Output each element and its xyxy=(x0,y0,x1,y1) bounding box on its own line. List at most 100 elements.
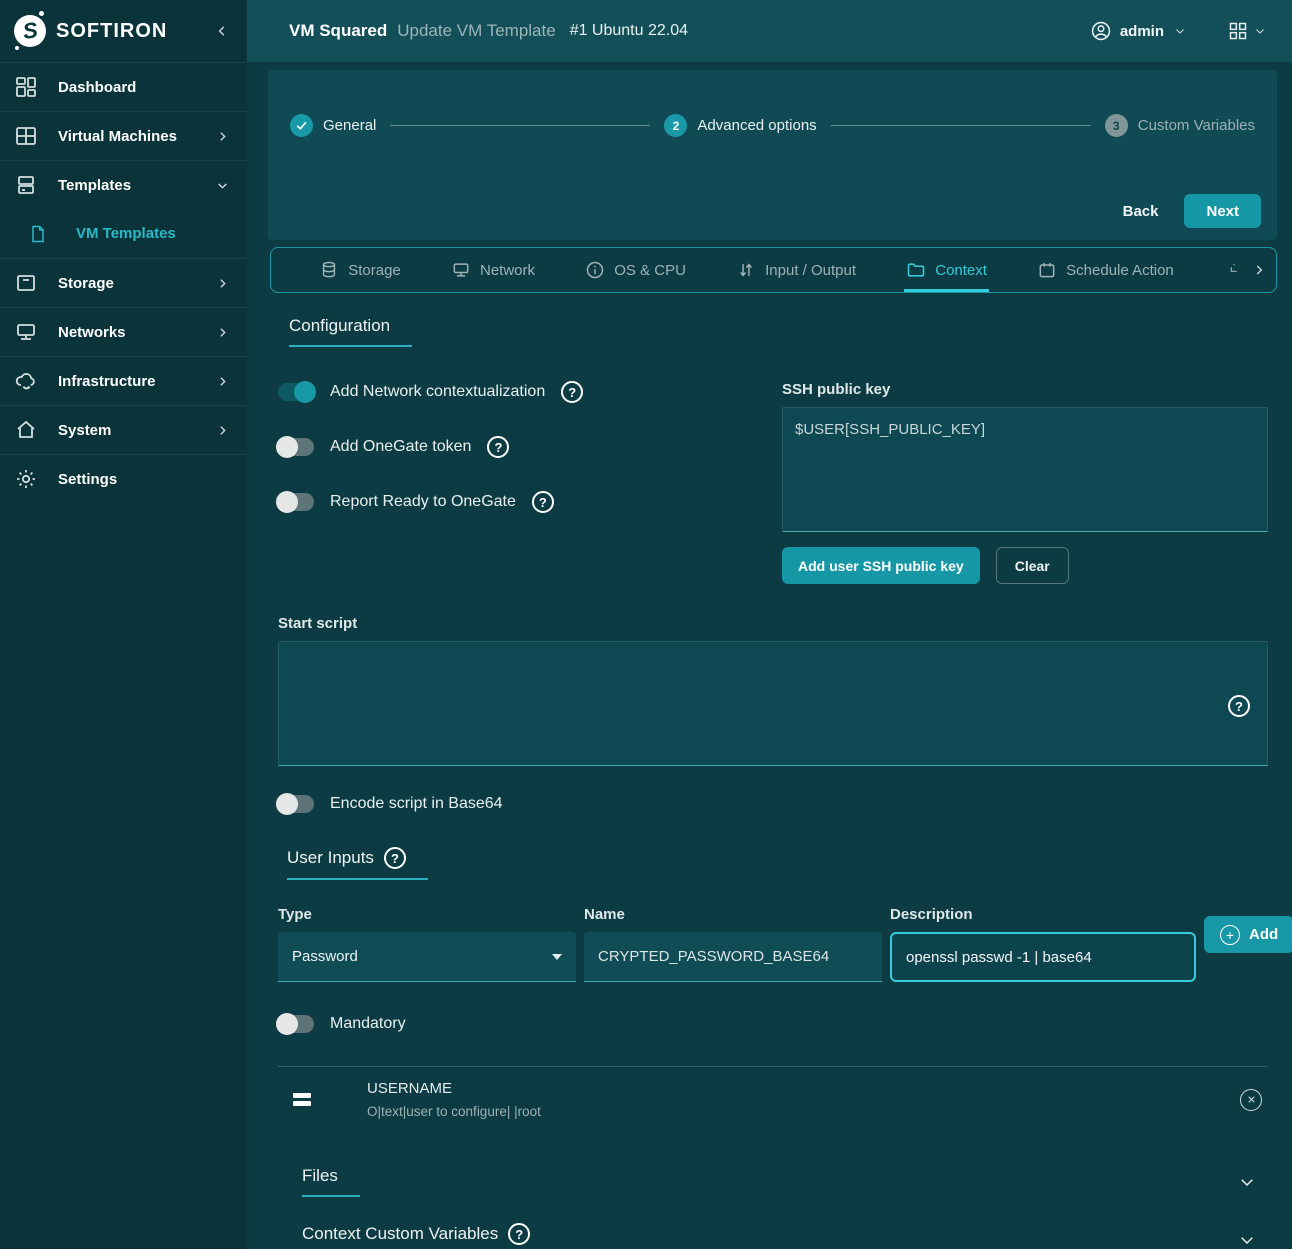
sidebar-item-label: VM Templates xyxy=(76,225,176,242)
sidebar-item-networks[interactable]: Networks xyxy=(0,307,247,356)
network-contextualization-toggle[interactable] xyxy=(278,383,314,401)
tabs-scroll-right-icon[interactable] xyxy=(1252,248,1266,292)
help-icon[interactable]: ? xyxy=(561,381,583,403)
start-script-textarea[interactable] xyxy=(278,641,1268,766)
toggle-label: Add OneGate token xyxy=(330,438,471,456)
sidebar-item-vm-templates[interactable]: VM Templates xyxy=(0,209,247,258)
context-form: Configuration Add Network contextualizat… xyxy=(247,316,1292,1249)
sidebar-item-system[interactable]: System xyxy=(0,405,247,454)
remove-user-input-icon[interactable] xyxy=(1240,1089,1262,1111)
stepper-connector xyxy=(390,125,650,126)
tab-os-cpu[interactable]: OS & CPU xyxy=(583,248,688,292)
chevron-right-icon xyxy=(216,326,229,339)
arrows-up-down-icon xyxy=(736,260,756,280)
gear-icon xyxy=(14,467,38,491)
brand-name: SOFTIRON xyxy=(56,20,167,43)
toggle-row-mandatory: Mandatory xyxy=(278,1015,1268,1033)
top-bar: VM Squared Update VM Template #1 Ubuntu … xyxy=(247,0,1292,62)
step-check-icon xyxy=(290,114,313,137)
name-field: Name xyxy=(584,906,882,982)
step-general[interactable]: General xyxy=(290,114,376,137)
sidebar-header: S SOFTIRON xyxy=(0,0,247,62)
tab-context[interactable]: Context xyxy=(904,248,989,292)
home-icon xyxy=(14,418,38,442)
sidebar-item-storage[interactable]: Storage xyxy=(0,258,247,307)
product-name: VM Squared xyxy=(289,21,387,41)
calendar-icon xyxy=(1037,260,1057,280)
back-button[interactable]: Back xyxy=(1109,195,1173,228)
type-selected-value: Password xyxy=(292,948,358,965)
encode-base64-toggle[interactable] xyxy=(278,795,314,813)
user-input-spec: O|text|user to configure| |root xyxy=(367,1104,541,1119)
toggle-label: Add Network contextualization xyxy=(330,383,545,401)
softiron-logo-icon: S xyxy=(14,15,46,47)
tab-label: Context xyxy=(935,262,987,279)
user-inputs-section-title: User Inputs ? xyxy=(287,847,428,880)
chevron-down-icon xyxy=(216,179,229,192)
database-icon xyxy=(319,260,339,280)
sidebar-item-infrastructure[interactable]: Infrastructure xyxy=(0,356,247,405)
stepper-connector xyxy=(831,125,1091,126)
drag-handle-icon[interactable] xyxy=(293,1093,311,1106)
name-input[interactable] xyxy=(584,932,882,982)
sidebar-item-dashboard[interactable]: Dashboard xyxy=(0,62,247,111)
step-custom-variables[interactable]: 3 Custom Variables xyxy=(1105,114,1255,137)
folder-icon xyxy=(906,260,926,280)
toggle-label: Mandatory xyxy=(330,1015,406,1033)
chevron-down-icon[interactable] xyxy=(1238,1231,1256,1249)
onegate-token-toggle[interactable] xyxy=(278,438,314,456)
toggle-row-onegate-token: Add OneGate token ? xyxy=(278,436,782,458)
ssh-public-key-textarea[interactable]: $USER[SSH_PUBLIC_KEY] xyxy=(782,407,1268,532)
chevron-down-icon[interactable] xyxy=(1174,25,1186,37)
description-input[interactable] xyxy=(890,932,1196,982)
sidebar-item-virtual-machines[interactable]: Virtual Machines xyxy=(0,111,247,160)
step-advanced-options[interactable]: 2 Advanced options xyxy=(664,114,816,137)
user-input-name: USERNAME xyxy=(367,1080,541,1097)
type-select[interactable]: Password xyxy=(278,932,576,982)
templates-icon xyxy=(14,173,38,197)
tab-network[interactable]: Network xyxy=(449,248,537,292)
help-icon[interactable]: ? xyxy=(1228,695,1250,717)
sidebar-item-settings[interactable]: Settings xyxy=(0,454,247,503)
add-user-input-button[interactable]: + Add xyxy=(1204,916,1292,953)
help-icon[interactable]: ? xyxy=(384,847,406,869)
mandatory-toggle[interactable] xyxy=(278,1015,314,1033)
infrastructure-icon xyxy=(14,369,38,393)
help-icon[interactable]: ? xyxy=(508,1223,530,1245)
chevron-right-icon xyxy=(216,277,229,290)
ssh-public-key-label: SSH public key xyxy=(782,381,1268,398)
sidebar-collapse-icon[interactable] xyxy=(215,24,229,38)
chevron-right-icon xyxy=(216,424,229,437)
files-section-header[interactable]: Files xyxy=(302,1166,1268,1197)
step-number: 2 xyxy=(664,114,687,137)
sidebar: S SOFTIRON Dashboard Virtual Machines Te… xyxy=(0,0,247,1249)
tab-label: Schedule Action xyxy=(1066,262,1174,279)
sidebar-item-label: Settings xyxy=(58,471,117,488)
add-user-ssh-key-button[interactable]: Add user SSH public key xyxy=(782,547,980,584)
tab-label: Network xyxy=(480,262,535,279)
help-icon[interactable]: ? xyxy=(532,491,554,513)
clear-ssh-key-button[interactable]: Clear xyxy=(996,547,1069,584)
dashboard-icon xyxy=(14,75,38,99)
plus-circle-icon: + xyxy=(1220,925,1240,945)
tab-label: Storage xyxy=(348,262,401,279)
next-button[interactable]: Next xyxy=(1184,194,1261,228)
sidebar-item-templates[interactable]: Templates xyxy=(0,160,247,209)
storage-icon xyxy=(14,271,38,295)
tab-input-output[interactable]: Input / Output xyxy=(734,248,858,292)
sidebar-item-label: Storage xyxy=(58,275,114,292)
chevron-down-icon[interactable] xyxy=(1254,25,1266,37)
toggle-row-network-contextualization: Add Network contextualization ? xyxy=(278,381,782,403)
step-label: Advanced options xyxy=(697,117,816,134)
page-title: Update VM Template xyxy=(397,21,555,41)
context-custom-variables-header[interactable]: Context Custom Variables ? xyxy=(302,1223,1268,1249)
tab-storage[interactable]: Storage xyxy=(317,248,403,292)
tab-schedule-action[interactable]: Schedule Action xyxy=(1035,248,1176,292)
user-menu[interactable]: admin xyxy=(1120,23,1164,40)
help-icon[interactable]: ? xyxy=(487,436,509,458)
chevron-down-icon[interactable] xyxy=(1238,1173,1256,1191)
apps-grid-icon[interactable] xyxy=(1228,21,1248,41)
report-ready-toggle[interactable] xyxy=(278,493,314,511)
virtual-machines-icon xyxy=(14,124,38,148)
toggle-label: Report Ready to OneGate xyxy=(330,493,516,511)
